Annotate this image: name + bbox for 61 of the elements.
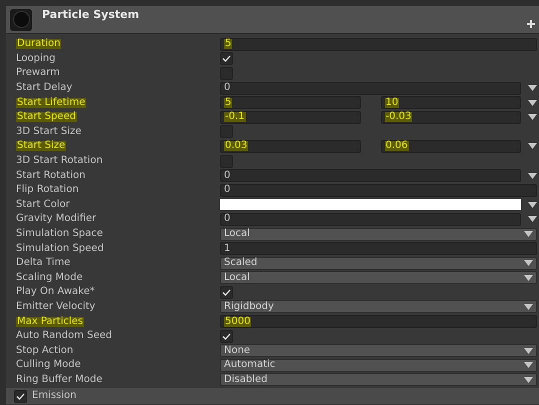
number-field[interactable]: 0 (220, 169, 521, 182)
check-icon (16, 392, 25, 400)
property-label: Scaling Mode (16, 272, 83, 283)
property-label: Auto Random Seed (16, 331, 112, 342)
property-label: Start Color (16, 200, 70, 210)
dropdown-arrow-icon[interactable] (528, 172, 537, 179)
number-field[interactable]: 0 (220, 184, 537, 197)
number-field[interactable]: 0.03 (220, 140, 360, 153)
dropdown[interactable]: Scaled (220, 256, 537, 270)
plus-icon[interactable] (527, 20, 535, 28)
property-label: Play On Awake* (16, 287, 95, 298)
number-field[interactable]: 0 (220, 82, 521, 95)
dropdown[interactable]: None (220, 344, 537, 358)
number-field[interactable]: 0.06 (380, 140, 521, 153)
checkbox[interactable] (220, 330, 233, 343)
property-label: Flip Rotation (16, 185, 79, 196)
property-label: Simulation Speed (16, 244, 104, 254)
module-checkbox[interactable] (14, 390, 27, 403)
dropdown[interactable]: Automatic (220, 358, 537, 372)
property-label: Stop Action (16, 346, 74, 356)
checkbox[interactable] (220, 286, 233, 299)
check-icon (222, 55, 231, 62)
number-field[interactable]: 5000 (220, 315, 537, 328)
property-label: Start Lifetime (16, 98, 86, 108)
property-label: Max Particles (16, 316, 84, 327)
property-label: Prewarm (16, 68, 60, 78)
dropdown[interactable]: Local (220, 228, 537, 241)
module-header[interactable]: Emission (6, 388, 539, 404)
number-field[interactable]: -0.03 (380, 110, 521, 124)
property-label: Ring Buffer Mode (16, 374, 102, 385)
property-label: Start Rotation (16, 170, 86, 181)
property-label: Gravity Modifier (16, 214, 96, 224)
module-title: Emission (32, 391, 76, 402)
number-field[interactable]: -0.1 (220, 110, 360, 124)
property-label: 3D Start Rotation (16, 156, 103, 166)
checkbox[interactable] (220, 52, 233, 66)
number-field[interactable]: 0 (220, 212, 521, 226)
property-label: Culling Mode (16, 360, 81, 370)
property-label: Emitter Velocity (16, 302, 96, 312)
number-field[interactable]: 10 (380, 96, 521, 110)
property-label: Start Delay (16, 83, 72, 94)
property-label: Start Size (16, 141, 66, 152)
check-icon (222, 288, 231, 296)
dropdown-arrow-icon[interactable] (528, 143, 537, 150)
property-label: Start Speed (16, 112, 77, 122)
check-icon (222, 332, 231, 340)
color-swatch[interactable] (220, 199, 521, 210)
number-field[interactable]: 1 (220, 242, 537, 256)
component-title: Particle System (42, 7, 140, 24)
dropdown[interactable]: Local (220, 271, 537, 284)
property-label: Simulation Space (16, 229, 103, 240)
property-label: Duration (16, 39, 62, 50)
dropdown-arrow-icon (524, 304, 533, 310)
number-field[interactable]: 5 (220, 96, 360, 110)
property-label: 3D Start Size (16, 126, 82, 137)
property-label: Looping (16, 54, 56, 64)
number-field[interactable]: 5 (220, 38, 537, 51)
property-label: Delta Time (16, 258, 70, 268)
dropdown[interactable]: Disabled (220, 373, 537, 386)
dropdown[interactable]: Rigidbody (220, 300, 537, 314)
particle-system-icon (10, 8, 32, 30)
